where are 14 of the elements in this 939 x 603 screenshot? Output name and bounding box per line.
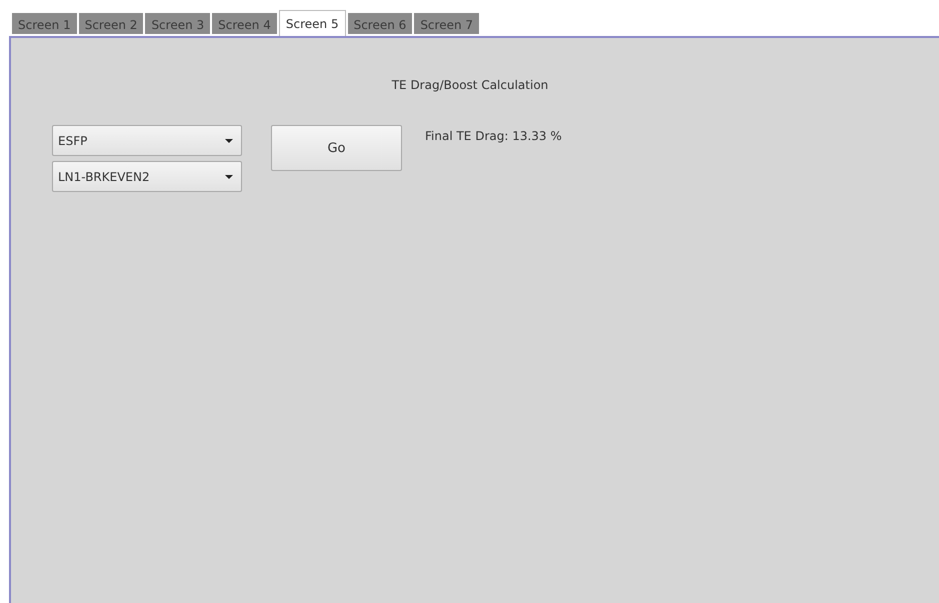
caret-icon [225,138,233,142]
result-text: Final TE Drag: 13.33 % [425,129,562,143]
tab[interactable]: Screen 2 [78,13,144,34]
tab[interactable]: Screen 4 [212,13,277,34]
go-button[interactable]: Go [271,125,402,171]
tab[interactable]: Screen 7 [414,13,480,34]
caret-icon [225,174,233,178]
panel-title: TE Drag/Boost Calculation [392,78,548,92]
tab[interactable]: Screen 1 [12,13,77,34]
dropdown[interactable]: LN1-BRKEVEN2 [52,161,242,192]
dropdown[interactable]: ESFP [52,125,242,156]
tab[interactable]: Screen 3 [145,13,210,34]
tab[interactable]: Screen 6 [348,13,412,34]
tab[interactable]: Screen 5 [278,10,346,36]
